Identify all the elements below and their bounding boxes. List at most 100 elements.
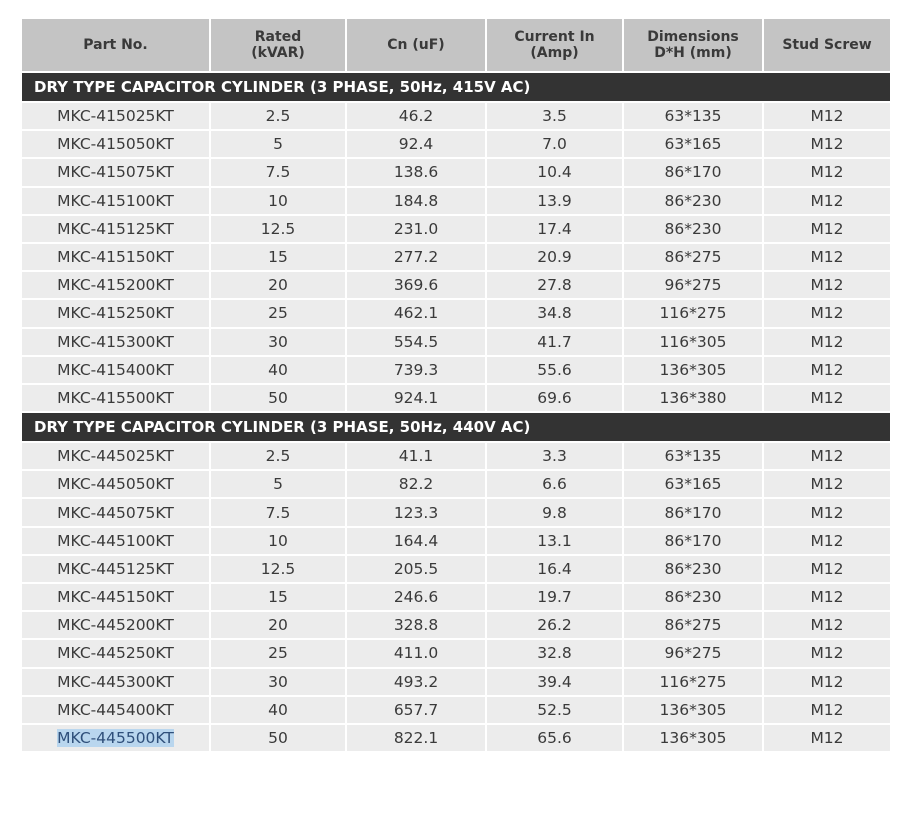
cell-part-no: MKC-415100KT [20,185,211,216]
table-row: MKC-445400KT 40 657.7 52.5 136*305 M12 [20,694,892,725]
cell-capacitance: 277.2 [345,241,487,273]
cell-rated-kvar: 10 [209,525,347,556]
capacitor-spec-table: Part No. Rated (kVAR) Cn (uF) Current In… [20,17,892,754]
cell-part-no: MKC-445500KT [20,722,211,754]
header-dimensions-line-1: Dimensions [647,29,739,45]
cell-rated-kvar: 30 [209,666,347,697]
table-row: MKC-415125KT 12.5 231.0 17.4 86*230 M12 [20,213,892,244]
cell-stud-screw: M12 [762,441,892,472]
cell-current: 39.4 [485,666,624,697]
cell-rated-kvar: 20 [209,270,347,301]
cell-dimensions: 86*170 [622,157,764,188]
cell-rated-kvar: 12.5 [209,213,347,244]
cell-stud-screw: M12 [762,694,892,725]
header-stud-screw-line: Stud Screw [782,37,872,53]
cell-part-no: MKC-415400KT [20,354,211,385]
cell-current: 7.0 [485,129,624,160]
table-row: MKC-415300KT 30 554.5 41.7 116*305 M12 [20,326,892,357]
cell-capacitance: 231.0 [345,213,487,244]
cell-stud-screw: M12 [762,722,892,754]
section-title: DRY TYPE CAPACITOR CYLINDER (3 PHASE, 50… [20,411,892,444]
cell-capacitance: 41.1 [345,441,487,472]
cell-capacitance: 246.6 [345,581,487,613]
cell-dimensions: 136*380 [622,382,764,414]
table-row: MKC-415500KT 50 924.1 69.6 136*380 M12 [20,382,892,414]
table-row: MKC-445050KT 5 82.2 6.6 63*165 M12 [20,469,892,500]
cell-part-no: MKC-445150KT [20,581,211,613]
cell-current: 13.1 [485,525,624,556]
cell-current: 10.4 [485,157,624,188]
cell-capacitance: 822.1 [345,722,487,754]
cell-rated-kvar: 5 [209,129,347,160]
table-row: MKC-445150KT 15 246.6 19.7 86*230 M12 [20,581,892,613]
table-row: MKC-445075KT 7.5 123.3 9.8 86*170 M12 [20,497,892,528]
table-row: MKC-415150KT 15 277.2 20.9 86*275 M12 [20,241,892,273]
table-row: MKC-415400KT 40 739.3 55.6 136*305 M12 [20,354,892,385]
cell-current: 55.6 [485,354,624,385]
cell-rated-kvar: 12.5 [209,553,347,585]
cell-dimensions: 136*305 [622,722,764,754]
cell-stud-screw: M12 [762,610,892,641]
cell-dimensions: 63*135 [622,441,764,472]
cell-dimensions: 136*305 [622,354,764,385]
cell-part-no: MKC-445075KT [20,497,211,528]
cell-dimensions: 96*275 [622,638,764,669]
cell-rated-kvar: 25 [209,298,347,329]
table-row: MKC-415050KT 5 92.4 7.0 63*165 M12 [20,129,892,160]
cell-dimensions: 86*230 [622,553,764,585]
header-capacitance-line: Cn (uF) [387,37,445,53]
table-row: MKC-445200KT 20 328.8 26.2 86*275 M12 [20,610,892,641]
cell-part-no: MKC-445300KT [20,666,211,697]
header-part-no: Part No. [20,17,211,73]
cell-dimensions: 86*275 [622,241,764,273]
cell-part-no: MKC-415250KT [20,298,211,329]
cell-current: 13.9 [485,185,624,216]
cell-rated-kvar: 10 [209,185,347,216]
selected-text[interactable]: MKC-445500KT [57,729,174,748]
cell-current: 34.8 [485,298,624,329]
cell-stud-screw: M12 [762,129,892,160]
cell-part-no: MKC-445125KT [20,553,211,585]
table-row: MKC-415025KT 2.5 46.2 3.5 63*135 M12 [20,100,892,132]
table-row: MKC-415250KT 25 462.1 34.8 116*275 M12 [20,298,892,329]
cell-current: 20.9 [485,241,624,273]
section-row: DRY TYPE CAPACITOR CYLINDER (3 PHASE, 50… [20,411,892,444]
cell-rated-kvar: 40 [209,354,347,385]
cell-capacitance: 82.2 [345,469,487,500]
cell-stud-screw: M12 [762,469,892,500]
cell-current: 9.8 [485,497,624,528]
cell-dimensions: 63*165 [622,129,764,160]
cell-capacitance: 369.6 [345,270,487,301]
cell-stud-screw: M12 [762,354,892,385]
cell-capacitance: 328.8 [345,610,487,641]
header-current: Current In (Amp) [485,17,624,73]
cell-rated-kvar: 15 [209,241,347,273]
cell-stud-screw: M12 [762,666,892,697]
cell-stud-screw: M12 [762,326,892,357]
cell-capacitance: 493.2 [345,666,487,697]
cell-rated-kvar: 2.5 [209,100,347,132]
cell-dimensions: 86*170 [622,497,764,528]
cell-rated-kvar: 30 [209,326,347,357]
cell-rated-kvar: 15 [209,581,347,613]
cell-part-no: MKC-445050KT [20,469,211,500]
header-dimensions-line-2: D*H (mm) [654,45,732,61]
cell-part-no: MKC-445100KT [20,525,211,556]
cell-stud-screw: M12 [762,497,892,528]
cell-part-no: MKC-415025KT [20,100,211,132]
cell-dimensions: 63*135 [622,100,764,132]
table-row: MKC-445500KT 50 822.1 65.6 136*305 M12 [20,722,892,754]
cell-current: 3.3 [485,441,624,472]
cell-current: 19.7 [485,581,624,613]
table-row: MKC-445300KT 30 493.2 39.4 116*275 M12 [20,666,892,697]
cell-capacitance: 92.4 [345,129,487,160]
cell-dimensions: 86*230 [622,213,764,244]
cell-dimensions: 86*230 [622,185,764,216]
cell-rated-kvar: 50 [209,382,347,414]
table-row: MKC-445250KT 25 411.0 32.8 96*275 M12 [20,638,892,669]
cell-capacitance: 164.4 [345,525,487,556]
cell-stud-screw: M12 [762,270,892,301]
cell-current: 16.4 [485,553,624,585]
table-row: MKC-415200KT 20 369.6 27.8 96*275 M12 [20,270,892,301]
cell-current: 32.8 [485,638,624,669]
